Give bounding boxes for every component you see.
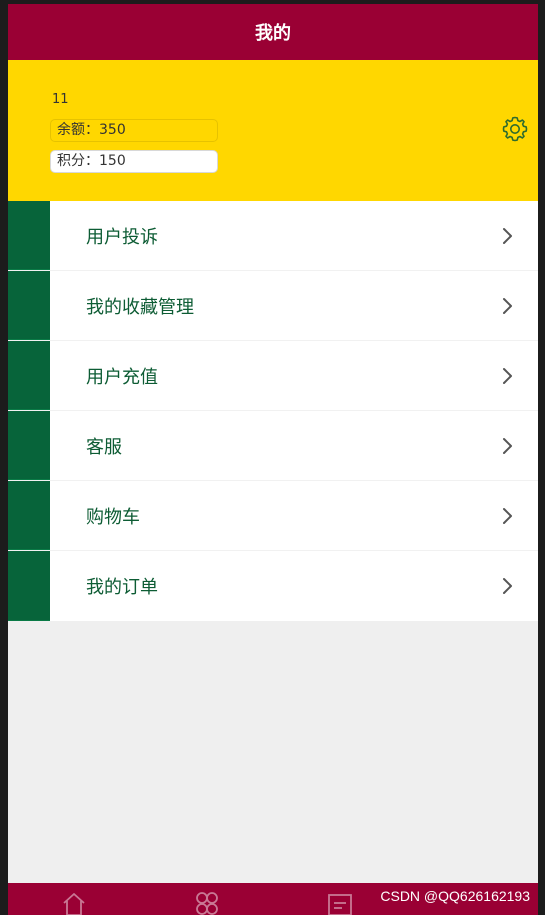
menu-item-accent	[8, 201, 50, 270]
user-id: 11	[52, 92, 69, 107]
menu-item-customer-service[interactable]: 客服	[8, 411, 538, 481]
top-bar: 我的	[8, 4, 538, 60]
chevron-right-icon	[478, 411, 538, 480]
profile-card: 11 余额：350 积分：150	[8, 60, 538, 201]
chevron-right-icon	[478, 551, 538, 621]
chevron-right-icon	[478, 341, 538, 410]
category-icon[interactable]	[193, 891, 221, 915]
menu-item-recharge[interactable]: 用户充值	[8, 341, 538, 411]
chevron-right-icon	[478, 481, 538, 550]
menu-item-label: 用户充值	[86, 366, 158, 388]
points-badge: 积分：150	[50, 150, 218, 173]
menu-item-complaint[interactable]: 用户投诉	[8, 201, 538, 271]
balance-badge: 余额：350	[50, 119, 218, 142]
menu-item-accent	[8, 341, 50, 410]
message-icon[interactable]	[326, 891, 354, 915]
menu-item-cart[interactable]: 购物车	[8, 481, 538, 551]
menu-item-accent	[8, 481, 50, 550]
menu-item-accent	[8, 551, 50, 621]
menu-item-label: 购物车	[86, 506, 140, 528]
menu-item-label: 客服	[86, 436, 122, 458]
gear-icon[interactable]	[500, 114, 530, 144]
menu-item-label: 用户投诉	[86, 226, 158, 248]
page-title: 我的	[255, 23, 291, 44]
menu-item-label: 我的收藏管理	[86, 296, 194, 318]
menu-item-label: 我的订单	[86, 577, 158, 598]
menu-item-orders[interactable]: 我的订单	[8, 551, 538, 621]
menu-item-accent	[8, 411, 50, 480]
app-frame: 我的 11 余额：350 积分：150 用户投诉 我的收藏管理 用户充值 客服 …	[0, 0, 545, 915]
watermark: CSDN @QQ626162193	[380, 888, 530, 904]
menu-item-accent	[8, 271, 50, 340]
menu-item-favorites[interactable]: 我的收藏管理	[8, 271, 538, 341]
bottom-tab-bar: CSDN @QQ626162193	[8, 883, 538, 915]
menu-list: 用户投诉 我的收藏管理 用户充值 客服 购物车 我的订单	[8, 201, 538, 621]
home-icon[interactable]	[60, 891, 88, 915]
chevron-right-icon	[478, 271, 538, 340]
chevron-right-icon	[478, 201, 538, 270]
